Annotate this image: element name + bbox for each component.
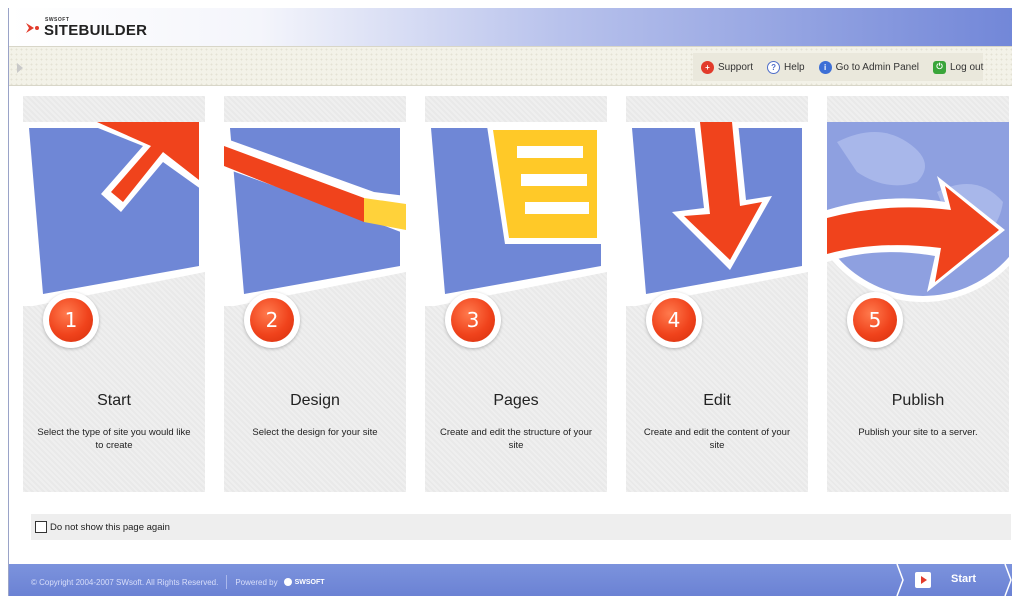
- step-publish[interactable]: 5 Publish Publish your site to a server.: [827, 96, 1009, 492]
- swsoft-logo: SWSOFT: [283, 578, 325, 586]
- step-pages-illustration: [425, 122, 607, 306]
- step-design-illustration: [224, 122, 406, 306]
- step-4-title: Edit: [703, 392, 731, 409]
- chevron-right-icon: [409, 316, 425, 406]
- chevron-right-icon: [208, 316, 224, 406]
- help-icon: ?: [767, 60, 781, 74]
- step-4-badge: 4: [646, 292, 702, 348]
- step-2-number: 2: [250, 298, 294, 342]
- step-3-number: 3: [451, 298, 495, 342]
- swsoft-brand-text: SWSOFT: [294, 578, 325, 586]
- powered-by-text: Powered by: [235, 577, 278, 587]
- toolbar-expand-icon[interactable]: [17, 63, 23, 73]
- logo-product-name: SITEBUILDER: [44, 22, 148, 39]
- step-5-badge: 5: [847, 292, 903, 348]
- step-3-title: Pages: [493, 392, 539, 409]
- step-1-title: Start: [97, 392, 131, 409]
- support-link[interactable]: + Support: [701, 60, 754, 74]
- step-edit-illustration: [626, 122, 808, 306]
- help-label: Help: [784, 61, 805, 73]
- start-button[interactable]: Start: [889, 564, 1012, 596]
- step-1-description: Select the type of site you would like t…: [37, 427, 191, 451]
- step-5-number: 5: [853, 298, 897, 342]
- copyright-text: © Copyright 2004-2007 SWsoft. All Rights…: [31, 577, 219, 587]
- step-pages[interactable]: 3 Pages Create and edit the structure of…: [425, 96, 607, 492]
- logo-arrow-icon: [26, 23, 39, 33]
- step-1-number: 1: [49, 298, 93, 342]
- admin-panel-link[interactable]: i Go to Admin Panel: [818, 60, 919, 74]
- wizard-steps: 1 Start Select the type of site you woul…: [9, 86, 1012, 506]
- admin-panel-label: Go to Admin Panel: [835, 61, 919, 73]
- logout-icon: ⏻: [933, 60, 946, 74]
- step-2-badge: 2: [244, 292, 300, 348]
- sitebuilder-window: SWSOFT SITEBUILDER + Support ? Help i Go…: [8, 8, 1012, 596]
- step-5-description: Publish your site to a server.: [858, 427, 978, 438]
- footer-bar: © Copyright 2004-2007 SWsoft. All Rights…: [9, 564, 1012, 596]
- step-2-description: Select the design for your site: [252, 427, 378, 438]
- step-1-badge: 1: [43, 292, 99, 348]
- step-4-number: 4: [652, 298, 696, 342]
- logout-label: Log out: [950, 61, 984, 73]
- toolbar-actions: + Support ? Help i Go to Admin Panel ⏻ L…: [693, 53, 984, 81]
- header-bar: SWSOFT SITEBUILDER: [9, 8, 1012, 46]
- step-edit[interactable]: 4 Edit Create and edit the content of yo…: [626, 96, 808, 492]
- admin-panel-icon: i: [818, 60, 832, 74]
- lifebuoy-icon: +: [701, 60, 714, 74]
- sitebuilder-logo: SWSOFT SITEBUILDER: [25, 16, 147, 40]
- toolbar: + Support ? Help i Go to Admin Panel ⏻ L…: [9, 46, 1012, 86]
- do-not-show-label[interactable]: Do not show this page again: [50, 522, 170, 533]
- step-4-description: Create and edit the content of your site: [643, 427, 791, 451]
- logout-link[interactable]: ⏻ Log out: [933, 60, 984, 74]
- footer-divider: [226, 575, 228, 589]
- swsoft-logo-icon: [283, 578, 292, 586]
- support-label: Support: [718, 61, 754, 73]
- step-3-description: Create and edit the structure of your si…: [439, 427, 593, 451]
- do-not-show-option: Do not show this page again: [31, 514, 1011, 540]
- start-button-label: Start: [951, 573, 977, 585]
- help-link[interactable]: ? Help: [767, 60, 805, 74]
- step-design[interactable]: 2 Design Select the design for your site: [224, 96, 406, 492]
- start-arrow-icon: [915, 572, 931, 588]
- step-publish-illustration: [827, 122, 1009, 306]
- step-2-title: Design: [290, 392, 340, 409]
- step-3-badge: 3: [445, 292, 501, 348]
- step-start[interactable]: 1 Start Select the type of site you woul…: [23, 96, 205, 492]
- footer-info: © Copyright 2004-2007 SWsoft. All Rights…: [31, 575, 325, 589]
- do-not-show-checkbox[interactable]: [35, 521, 47, 533]
- step-5-title: Publish: [891, 392, 945, 409]
- chevron-right-icon: [811, 316, 827, 406]
- chevron-right-icon: [610, 316, 626, 406]
- step-start-illustration: [23, 122, 205, 306]
